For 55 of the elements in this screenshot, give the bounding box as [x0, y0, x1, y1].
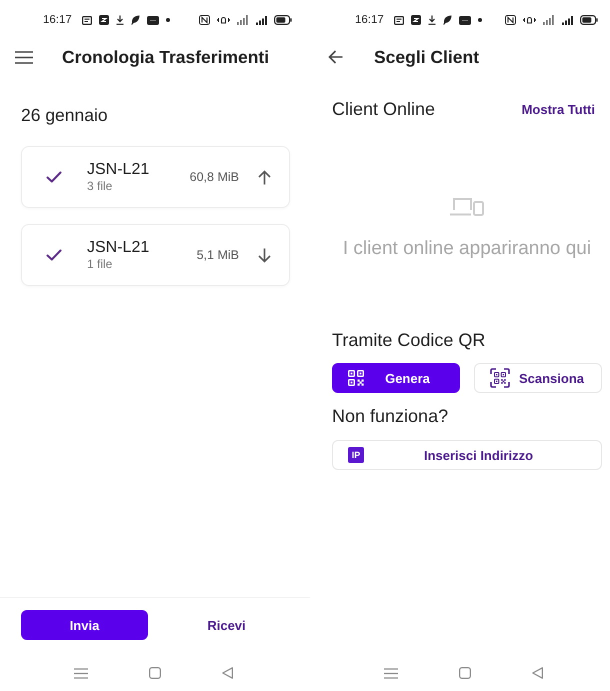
scan-icon	[490, 368, 510, 388]
tab[interactable]: Invia	[21, 610, 148, 640]
show-all-link[interactable]: Mostra Tutti	[522, 102, 595, 116]
signal-icon	[543, 15, 555, 25]
file-size: 5,1 MiB	[196, 248, 239, 262]
battery-icon	[580, 15, 598, 25]
app-icon	[146, 16, 159, 24]
ip-badge: IP	[348, 447, 364, 463]
dot-icon	[478, 18, 482, 22]
file-count: 1 file	[87, 257, 114, 272]
arrow-up-icon	[258, 170, 271, 184]
device-name: JSN-L21	[87, 160, 150, 179]
vibrate-icon	[523, 15, 536, 25]
section-title: Client Online	[332, 98, 436, 120]
leaf-icon	[130, 15, 140, 25]
home-icon[interactable]	[149, 667, 161, 679]
dot-icon	[166, 18, 170, 22]
status-time: 16:17	[355, 14, 384, 26]
nfc-icon	[505, 15, 516, 25]
signal-icon	[562, 16, 573, 24]
transfer-card[interactable]: JSN-L21 1 file 5,1 MiB	[21, 224, 290, 286]
transfer-card[interactable]: JSN-L21 3 file 60,8 MiB	[21, 146, 290, 208]
message-icon	[82, 16, 92, 24]
file-size: 60,8 MiB	[190, 170, 239, 184]
app-icon	[458, 16, 471, 24]
signal-icon	[256, 16, 267, 24]
arrow-down-icon	[258, 248, 271, 262]
devices-icon	[450, 197, 484, 216]
generate-button[interactable]: Genera	[332, 363, 460, 393]
home-icon[interactable]	[459, 667, 471, 679]
nfc-icon	[199, 15, 210, 25]
battery-icon	[274, 15, 292, 25]
date-header: 26 gennaio	[21, 104, 109, 126]
download-icon	[428, 15, 436, 25]
vibrate-icon	[217, 15, 230, 25]
file-count: 3 file	[87, 179, 114, 194]
status-time: 16:17	[43, 14, 72, 26]
download-icon	[116, 15, 124, 25]
device-name: JSN-L21	[87, 238, 150, 257]
address-button[interactable]: IP Inserisci Indirizzo	[332, 440, 602, 470]
back-icon[interactable]	[328, 50, 343, 64]
menu-icon[interactable]	[15, 50, 33, 64]
empty-message: I client online appariranno qui	[342, 237, 592, 261]
screen-title: Scegli Client	[374, 46, 480, 68]
qr-code-icon	[348, 370, 364, 386]
app-icon	[410, 15, 421, 25]
scan-button[interactable]: Scansiona	[474, 363, 602, 393]
screen-title: Cronologia Trasferimenti	[62, 46, 270, 68]
section-title: Non funziona?	[332, 405, 450, 427]
leaf-icon	[442, 15, 452, 25]
message-icon	[394, 16, 404, 24]
tab[interactable]: Ricevi	[163, 610, 290, 640]
app-icon	[98, 15, 109, 25]
section-title: Tramite Codice QR	[332, 329, 486, 351]
signal-icon	[237, 15, 249, 25]
